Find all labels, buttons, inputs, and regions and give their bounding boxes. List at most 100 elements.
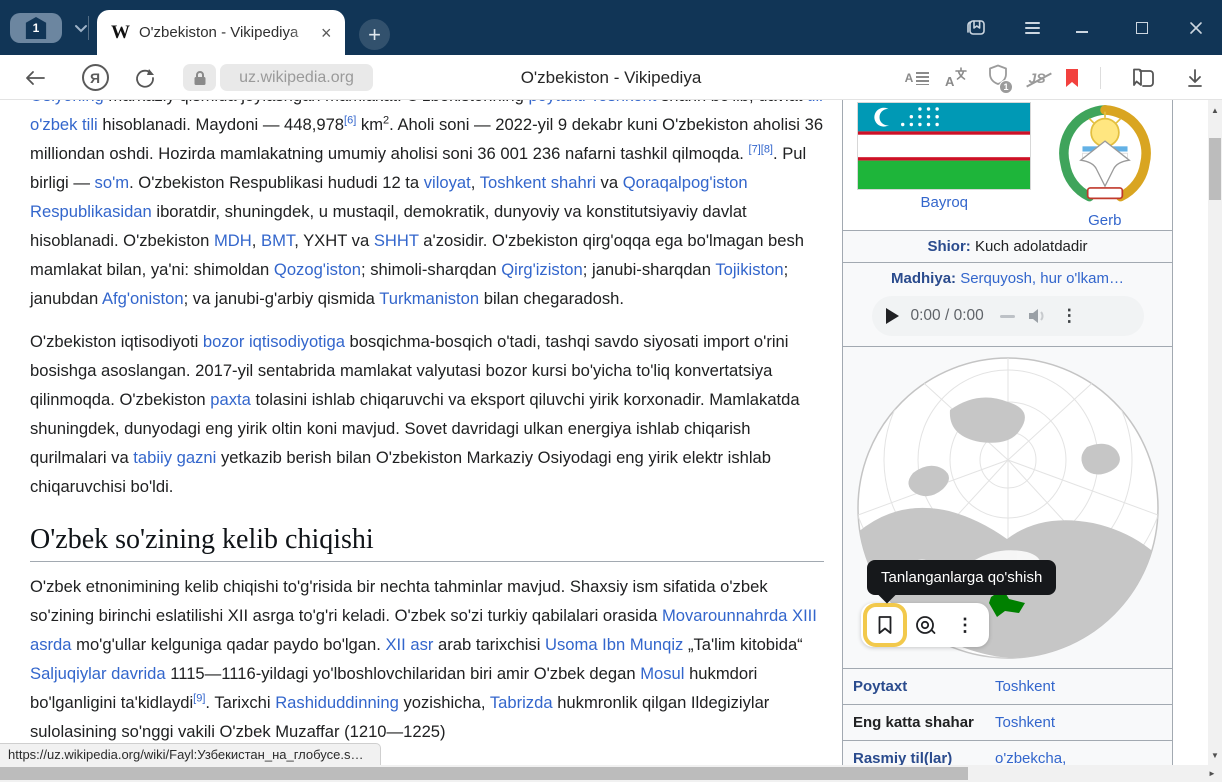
image-hover-toolbar: ⋮ <box>861 603 989 647</box>
tab-counter-button[interactable]: 1 <box>10 13 62 43</box>
scroll-down-arrow[interactable]: ▼ <box>1208 747 1222 763</box>
wiki-link[interactable]: [6] <box>344 114 356 126</box>
wiki-link[interactable]: Tabrizda <box>490 693 553 712</box>
text-span: shahri bo'lib, davlat <box>656 100 807 105</box>
add-to-favorites-button[interactable] <box>867 607 903 643</box>
wiki-link[interactable]: [9] <box>193 692 205 704</box>
javascript-disabled-icon[interactable]: JS <box>1020 55 1054 100</box>
wikipedia-article: Osiyoning markaziy qismida joylashgan ma… <box>30 100 824 760</box>
more-options-kebab-icon[interactable]: ⋮ <box>947 607 983 643</box>
refresh-button[interactable] <box>128 55 162 100</box>
audio-time: 0:00 / 0:00 <box>911 307 984 325</box>
back-button[interactable] <box>18 55 52 100</box>
image-search-icon[interactable] <box>907 607 943 643</box>
official-languages-value-link[interactable]: o'zbekcha, qoraqalpoqcha <box>995 748 1145 765</box>
wiki-link[interactable]: Rashiduddinning <box>275 693 399 712</box>
anthem-link[interactable]: Serquyosh, hur o'lkam… <box>956 270 1124 287</box>
wiki-link[interactable]: viloyat <box>424 173 471 192</box>
translate-icon[interactable]: A <box>940 55 974 100</box>
text-span: markaziy qismida joylashgan mamlakat. O'… <box>104 100 529 105</box>
wiki-link[interactable]: MDH <box>214 231 252 250</box>
page-content: Osiyoning markaziy qismida joylashgan ma… <box>0 100 1208 765</box>
audio-player[interactable]: 0:00 / 0:00 ⋮ <box>872 296 1144 336</box>
wiki-link[interactable]: SHHT <box>374 231 419 250</box>
vertical-scroll-thumb[interactable] <box>1209 138 1221 200</box>
new-tab-button[interactable]: + <box>359 19 390 50</box>
tab-count-badge: 1 <box>25 17 47 39</box>
table-row: Poytaxt Toshkent <box>843 669 1172 705</box>
coat-of-arms-image[interactable]: Gerb <box>1053 103 1157 229</box>
volume-slider[interactable] <box>1000 315 1015 318</box>
wiki-link[interactable]: Tojikiston <box>715 260 783 279</box>
horizontal-scroll-thumb[interactable] <box>0 767 968 780</box>
wikipedia-favicon: W <box>111 22 130 44</box>
mute-speaker-icon[interactable] <box>1027 308 1047 324</box>
largest-city-value-link[interactable]: Toshkent <box>995 712 1145 733</box>
wiki-link[interactable]: Turkmaniston <box>379 289 479 308</box>
article-paragraph: O'zbekiston iqtisodiyoti bozor iqtisodiy… <box>30 327 824 501</box>
wiki-link[interactable]: bozor iqtisodiyotiga <box>203 332 345 351</box>
text-span: arab tarixchisi <box>433 635 545 654</box>
gerb-caption-link[interactable]: Gerb <box>1088 212 1121 229</box>
active-tab[interactable]: W O'zbekiston - Vikipediya × <box>97 10 345 55</box>
text-span: bilan chegaradosh. <box>479 289 624 308</box>
scroll-up-arrow[interactable]: ▲ <box>1208 102 1222 118</box>
tab-close-icon[interactable]: × <box>321 24 332 42</box>
wiki-link[interactable]: Mosul <box>640 664 684 683</box>
official-languages-label-link[interactable]: Rasmiy til(lar) <box>853 748 995 765</box>
tooltip: Tanlanganlarga qo'shish <box>867 560 1056 595</box>
play-icon[interactable] <box>886 308 899 324</box>
flag-caption-link[interactable]: Bayroq <box>920 194 968 211</box>
wiki-link[interactable]: XII asr <box>385 635 433 654</box>
wiki-link[interactable]: [7][8] <box>749 143 773 155</box>
capital-value-link[interactable]: Toshkent <box>995 676 1145 697</box>
audio-menu-kebab-icon[interactable]: ⋮ <box>1061 306 1078 326</box>
titlebar-divider <box>88 16 89 40</box>
text-span: . O'zbekiston Respublikasi hududi 12 ta <box>129 173 424 192</box>
text-span: „Ta'lim kitobida“ <box>683 635 802 654</box>
text-span: 1115—1116-yildagi yo'lboshlovchilaridan … <box>166 664 641 683</box>
text-span: O'zbekiston iqtisodiyoti <box>30 332 203 351</box>
downloads-icon[interactable] <box>1178 55 1212 100</box>
text-span: , <box>471 173 480 192</box>
minimize-button[interactable] <box>1068 14 1096 42</box>
article-paragraph: Osiyoning markaziy qismida joylashgan ma… <box>30 100 824 313</box>
motto-label[interactable]: Shior: <box>927 238 970 255</box>
sidebar-panel-icon[interactable] <box>962 14 990 42</box>
bookmark-page-icon[interactable] <box>1056 55 1088 100</box>
wiki-link[interactable]: tabiiy gazni <box>133 448 216 467</box>
titlebar: 1 W O'zbekiston - Vikipediya × + <box>0 0 1222 55</box>
horizontal-scrollbar[interactable]: ► <box>0 765 1222 782</box>
capital-label-link[interactable]: Poytaxt <box>853 676 995 697</box>
reader-mode-icon[interactable]: A <box>900 55 934 100</box>
wiki-link[interactable]: paxta <box>210 390 251 409</box>
address-bar[interactable]: uz.wikipedia.org <box>220 64 373 91</box>
wiki-link[interactable]: Osiyoning <box>30 100 104 105</box>
toolbar-divider <box>1100 67 1101 89</box>
window-close-button[interactable] <box>1182 14 1210 42</box>
wiki-link[interactable]: so'm <box>95 173 130 192</box>
yandex-home-icon[interactable]: Я <box>78 55 112 100</box>
text-span: ; janubi-sharqdan <box>583 260 716 279</box>
flag-image[interactable]: Bayroq <box>858 103 1030 211</box>
maximize-button[interactable] <box>1128 14 1156 42</box>
wiki-link[interactable]: Qirg'iziston <box>501 260 583 279</box>
browser-window: 1 W O'zbekiston - Vikipediya × + <box>0 0 1222 782</box>
vertical-scrollbar[interactable]: ▲ ▼ <box>1208 100 1222 765</box>
wiki-link[interactable]: Usoma Ibn Munqiz <box>545 635 683 654</box>
location-map-cell: Tanlanganlarga qo'shish ⋮ <box>843 347 1172 669</box>
collections-icon[interactable] <box>1124 55 1162 100</box>
site-security-lock-icon[interactable] <box>183 64 216 91</box>
anthem-label[interactable]: Madhiya: <box>891 270 956 287</box>
scroll-right-arrow[interactable]: ► <box>1205 765 1219 782</box>
motto-row: Shior: Kuch adolatdadir <box>843 231 1172 263</box>
wiki-link[interactable]: Qozog'iston <box>274 260 361 279</box>
browser-menu-icon[interactable] <box>1018 14 1046 42</box>
wiki-link[interactable]: Toshkent shahri <box>480 173 596 192</box>
wiki-link[interactable]: Afg'oniston <box>102 289 184 308</box>
wiki-link[interactable]: Saljuqiylar davrida <box>30 664 166 683</box>
text-span: va <box>596 173 623 192</box>
wiki-link[interactable]: poytaxti Toshkent <box>528 100 656 105</box>
wiki-link[interactable]: BMT <box>261 231 294 250</box>
protect-shield-icon[interactable]: 1 <box>980 55 1016 100</box>
